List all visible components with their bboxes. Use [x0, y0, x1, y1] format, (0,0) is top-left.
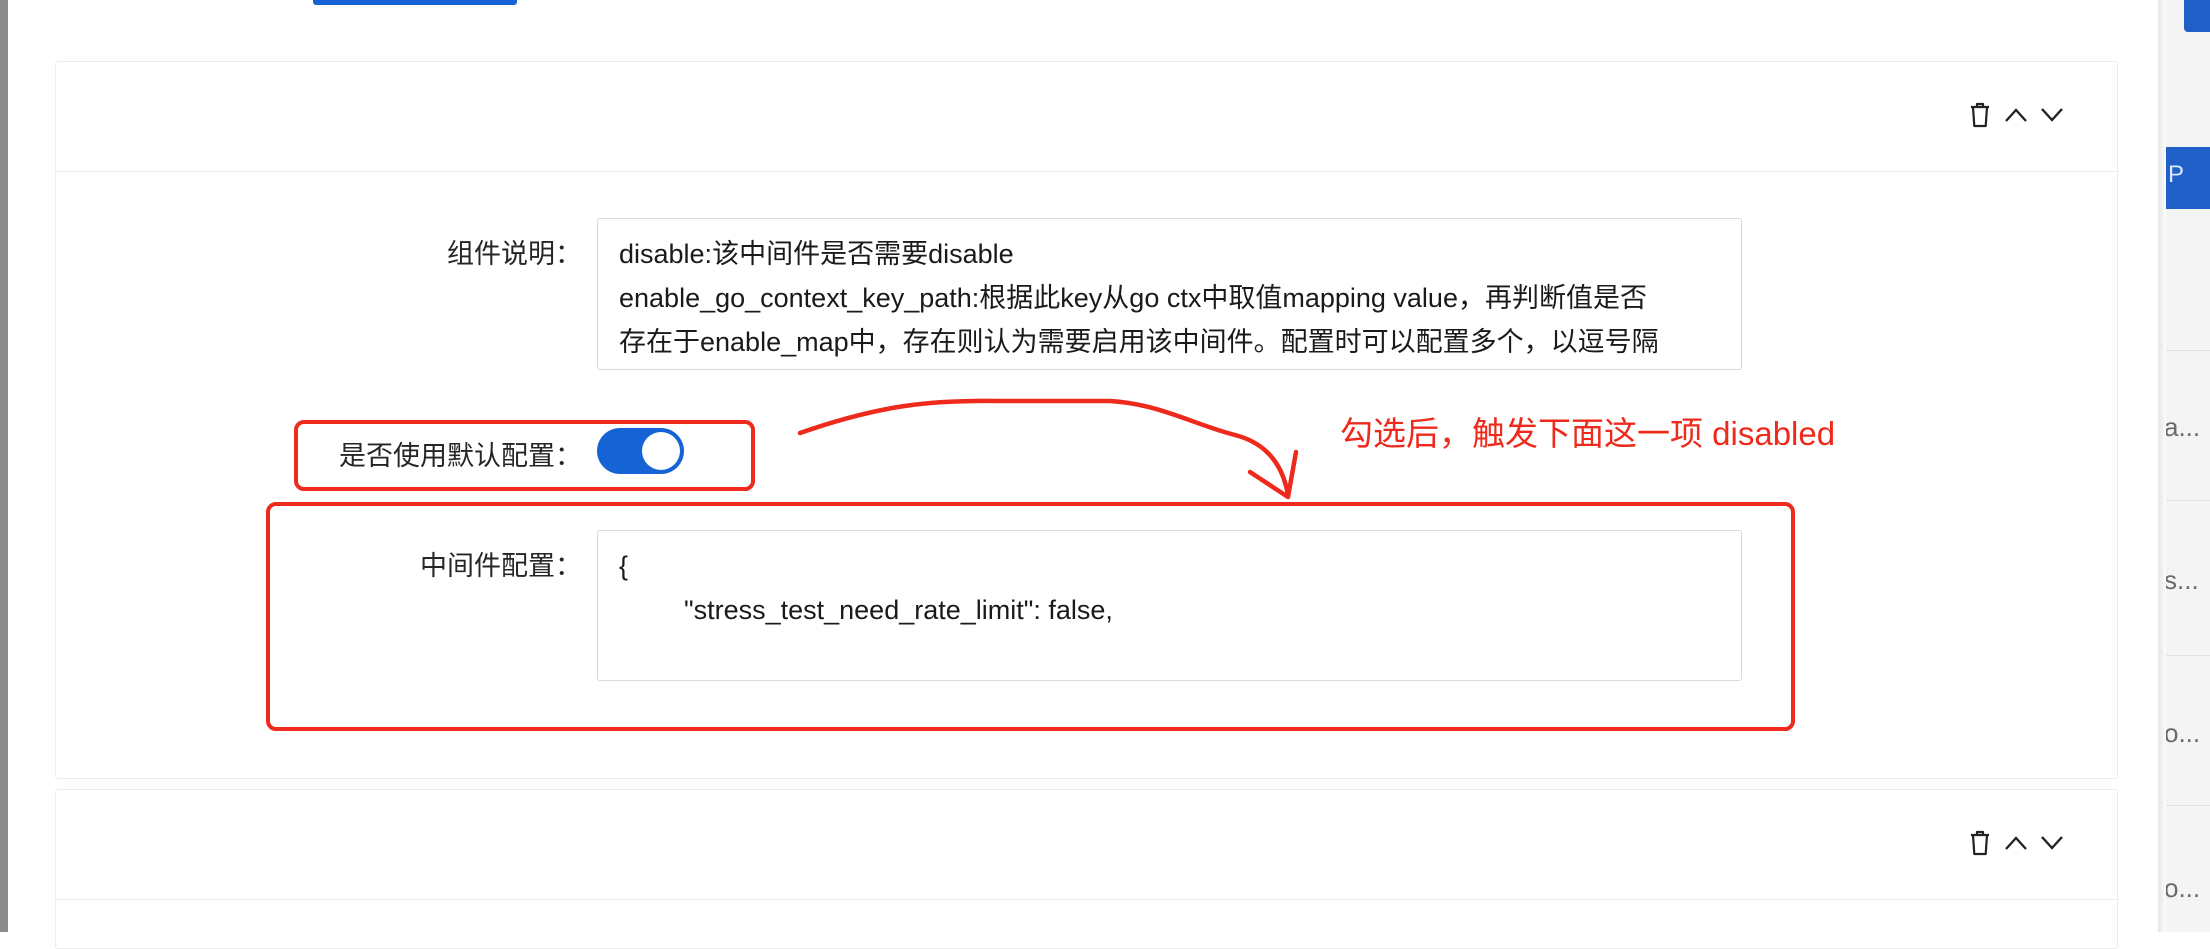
annotation-arrow: [797, 398, 1299, 500]
